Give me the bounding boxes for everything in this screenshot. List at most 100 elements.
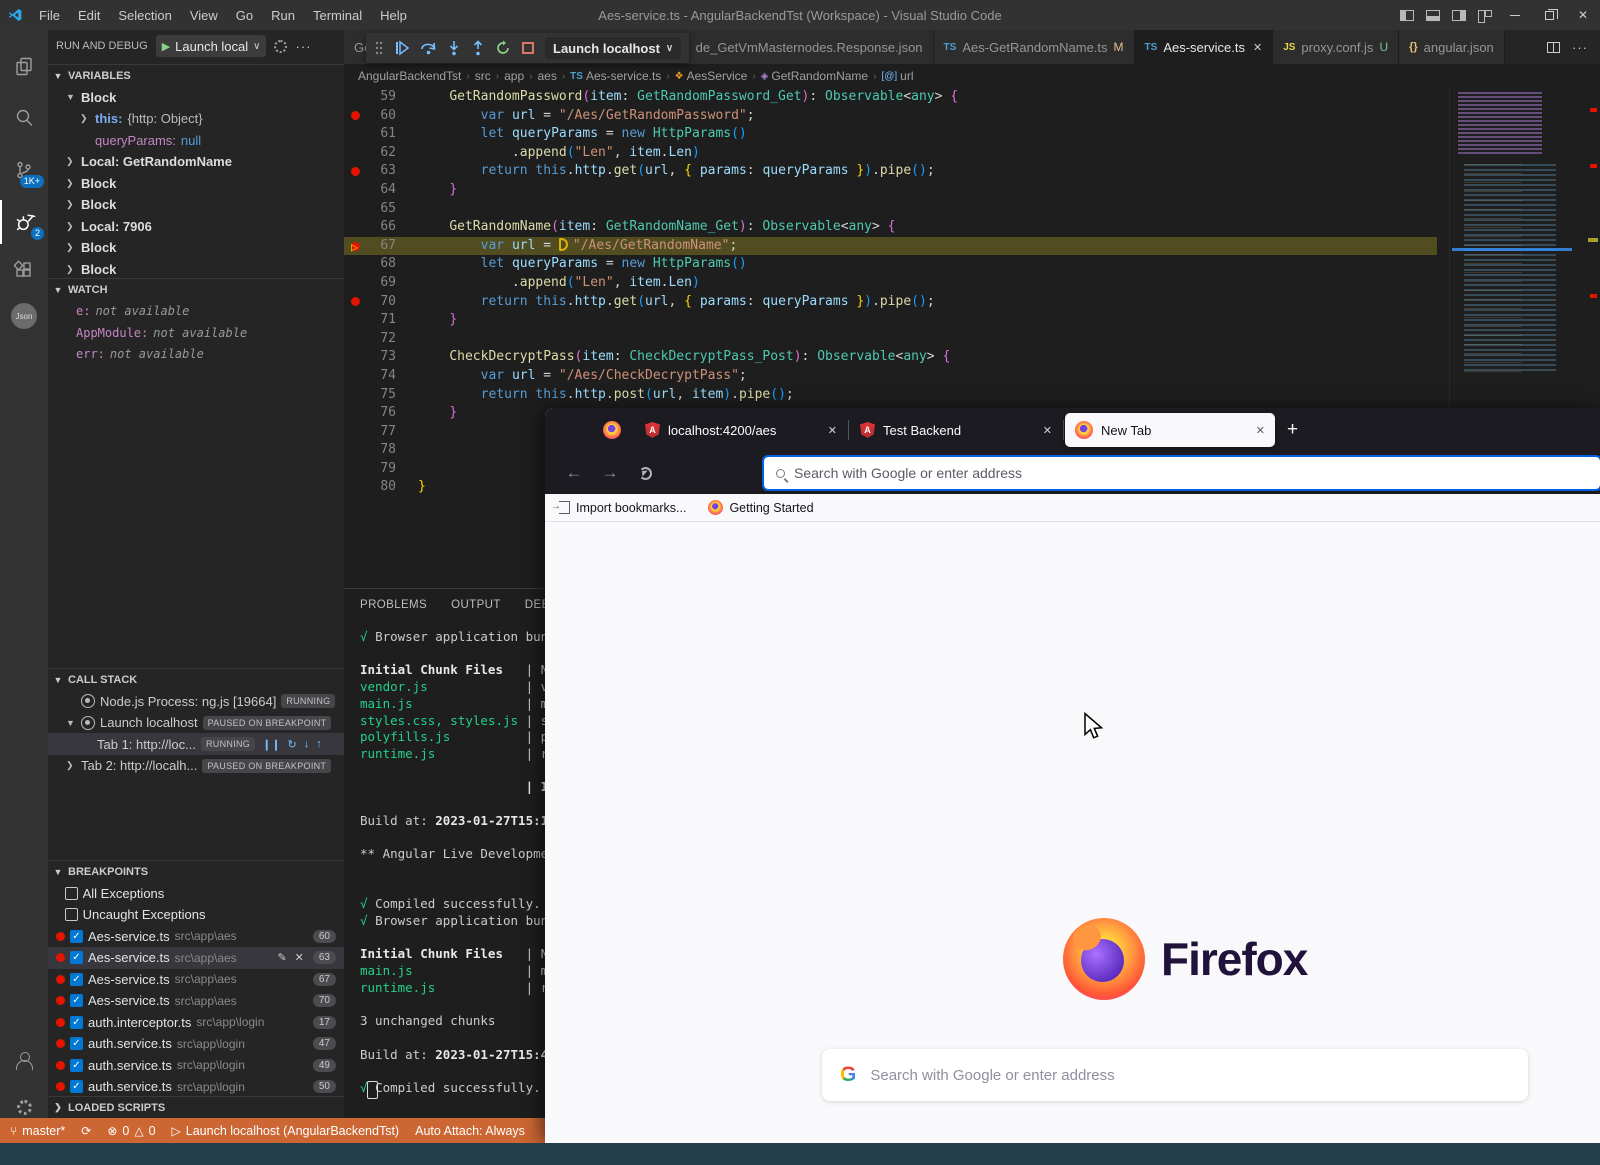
callstack-action-icon[interactable]: ❙❙ <box>262 738 280 751</box>
breakpoint-gutter[interactable]: ▷ <box>344 237 366 256</box>
new-tab-button[interactable]: + <box>1287 419 1298 441</box>
breakpoint-gutter[interactable] <box>344 181 366 200</box>
debug-config-dropdown[interactable]: Launch localhost ∨ <box>545 37 682 59</box>
breakpoint-checkbox[interactable]: ✓ <box>70 994 83 1007</box>
breakpoint-row[interactable]: ✓ auth.service.ts src\app\login 47 <box>48 1033 344 1055</box>
step-over-icon[interactable] <box>420 40 437 56</box>
variable-row[interactable]: ❯ Block <box>48 237 344 259</box>
breadcrumb-item[interactable]: AngularBackendTst <box>358 69 461 83</box>
menu-run[interactable]: Run <box>262 8 304 23</box>
breakpoint-gutter[interactable] <box>344 255 366 274</box>
variables-section-header[interactable]: ▼ VARIABLES <box>48 64 344 86</box>
breakpoint-gutter[interactable] <box>344 107 366 126</box>
breakpoint-checkbox[interactable]: ✓ <box>70 1037 83 1050</box>
search-icon[interactable] <box>0 96 48 140</box>
breakpoint-gutter[interactable] <box>344 478 366 497</box>
variable-row[interactable]: ❯ Block <box>48 172 344 194</box>
minimize-button[interactable] <box>1498 0 1532 30</box>
step-into-icon[interactable] <box>447 40 461 56</box>
variable-row[interactable]: ❯ this: {http: Object} <box>48 108 344 130</box>
problems-item[interactable]: ⊗ 0 △ 0 <box>107 1124 155 1138</box>
stop-icon[interactable] <box>521 41 535 55</box>
breakpoint-gutter[interactable] <box>344 423 366 442</box>
step-out-icon[interactable] <box>471 40 485 56</box>
panel-tab-problems[interactable]: PROBLEMS <box>360 599 427 611</box>
menu-view[interactable]: View <box>181 8 227 23</box>
breakpoint-gutter[interactable] <box>344 348 366 367</box>
call-stack-section-header[interactable]: ▼ CALL STACK <box>48 668 344 690</box>
url-bar[interactable]: Search with Google or enter address <box>762 455 1600 491</box>
variable-row[interactable]: ❯ Block <box>48 194 344 216</box>
breakpoint-row[interactable]: ✓ auth.service.ts src\app\login 50 <box>48 1076 344 1098</box>
more-actions-icon[interactable]: ··· <box>295 39 311 54</box>
breakpoint-gutter[interactable] <box>344 386 366 405</box>
restore-button[interactable] <box>1532 0 1566 30</box>
callstack-row[interactable]: Tab 1: http://loc... RUNNING ❙❙ ↻ ↓ ↑ <box>48 733 344 755</box>
breakpoint-gutter[interactable] <box>344 367 366 386</box>
close-icon[interactable]: ✕ <box>1256 424 1265 437</box>
getting-started-bookmark[interactable]: Getting Started <box>708 500 814 515</box>
toggle-sidebar-icon[interactable] <box>1400 9 1414 21</box>
import-bookmarks-item[interactable]: Import bookmarks... <box>551 501 686 515</box>
menu-help[interactable]: Help <box>371 8 416 23</box>
breakpoint-row[interactable]: Uncaught Exceptions <box>48 904 344 926</box>
callstack-row[interactable]: Node.js Process: ng.js [19664] RUNNING <box>48 690 344 712</box>
explorer-icon[interactable] <box>0 44 48 88</box>
breadcrumb-item[interactable]: AesService <box>687 69 748 83</box>
editor-tab[interactable]: TS Aes-service.ts ✕ <box>1134 30 1274 64</box>
debug-settings-gear-icon[interactable] <box>274 39 288 53</box>
git-branch-item[interactable]: ⑂ master* <box>10 1124 65 1138</box>
breakpoint-row[interactable]: ✓ auth.service.ts src\app\login 49 <box>48 1054 344 1076</box>
breakpoint-checkbox[interactable]: ✓ <box>70 1080 83 1093</box>
close-icon[interactable]: ✕ <box>1043 424 1052 437</box>
toggle-panel-icon[interactable] <box>1426 9 1440 21</box>
sync-item[interactable]: ⟳ <box>81 1124 91 1138</box>
callstack-row[interactable]: ❯ Tab 2: http://localh... PAUSED ON BREAKP… <box>48 755 344 777</box>
breakpoint-checkbox[interactable]: ✓ <box>70 1015 83 1029</box>
variable-row[interactable]: ❯ Block <box>48 258 344 280</box>
menu-go[interactable]: Go <box>227 8 262 23</box>
breakpoint-gutter[interactable] <box>344 404 366 423</box>
close-icon[interactable]: ✕ <box>828 424 837 437</box>
breakpoint-gutter[interactable] <box>344 200 366 219</box>
breakpoint-gutter[interactable] <box>344 441 366 460</box>
forward-icon[interactable]: → <box>597 463 623 483</box>
watch-row[interactable]: err: not available <box>48 343 344 365</box>
restart-icon[interactable] <box>495 40 511 56</box>
breakpoint-checkbox[interactable] <box>64 886 78 900</box>
breakpoint-gutter[interactable] <box>344 144 366 163</box>
breakpoint-row[interactable]: ✓ Aes-service.ts src\app\aes 70 <box>48 990 344 1012</box>
breakpoint-checkbox[interactable]: ✓ <box>70 929 83 943</box>
panel-tab-output[interactable]: OUTPUT <box>451 599 501 611</box>
debug-session-item[interactable]: ▷ Launch localhost (AngularBackendTst) <box>172 1124 400 1138</box>
toolbar-grip-icon[interactable] <box>374 40 384 56</box>
editor-tab[interactable]: {} angular.json <box>1399 30 1505 64</box>
breakpoint-checkbox[interactable]: ✓ <box>70 1058 83 1072</box>
breakpoint-gutter[interactable] <box>344 88 366 107</box>
json-extension-icon[interactable]: Json <box>0 294 48 338</box>
breakpoint-row[interactable]: ✓ Aes-service.ts src\app\aes 67 <box>48 968 344 990</box>
breakpoint-gutter[interactable] <box>344 274 366 293</box>
breakpoint-row[interactable]: ✓ Aes-service.ts src\app\aes ✎ ✕ 63 <box>48 946 344 969</box>
close-icon[interactable]: ✕ <box>1253 41 1262 54</box>
auto-attach-item[interactable]: Auto Attach: Always <box>415 1124 525 1138</box>
breadcrumb-item[interactable]: src <box>475 69 491 83</box>
variable-row[interactable]: ❯ Local: GetRandomName <box>48 151 344 173</box>
breadcrumb-item[interactable]: GetRandomName <box>771 69 868 83</box>
source-control-icon[interactable]: 1K+ <box>0 148 48 192</box>
browser-tab[interactable]: A Test Backend ✕ <box>850 413 1062 447</box>
callstack-action-icon[interactable]: ↑ <box>316 738 322 751</box>
newtab-search-bar[interactable]: G Search with Google or enter address <box>822 1049 1528 1101</box>
breakpoints-section-header[interactable]: ▼ BREAKPOINTS <box>48 860 344 882</box>
split-editor-icon[interactable] <box>1547 41 1560 53</box>
breakpoint-gutter[interactable] <box>344 125 366 144</box>
breakpoint-gutter[interactable] <box>344 218 366 237</box>
breakpoint-gutter[interactable] <box>344 311 366 330</box>
breakpoint-action-icon[interactable]: ✎ <box>277 951 286 964</box>
breadcrumb-item[interactable]: app <box>504 69 524 83</box>
watch-row[interactable]: AppModule: not available <box>48 322 344 344</box>
breakpoint-checkbox[interactable]: ✓ <box>70 972 83 986</box>
browser-tab[interactable]: Alocalhost:4200/aes ✕ <box>635 413 847 447</box>
breakpoint-checkbox[interactable]: ✓ <box>70 951 83 964</box>
breakpoint-gutter[interactable] <box>344 162 366 181</box>
